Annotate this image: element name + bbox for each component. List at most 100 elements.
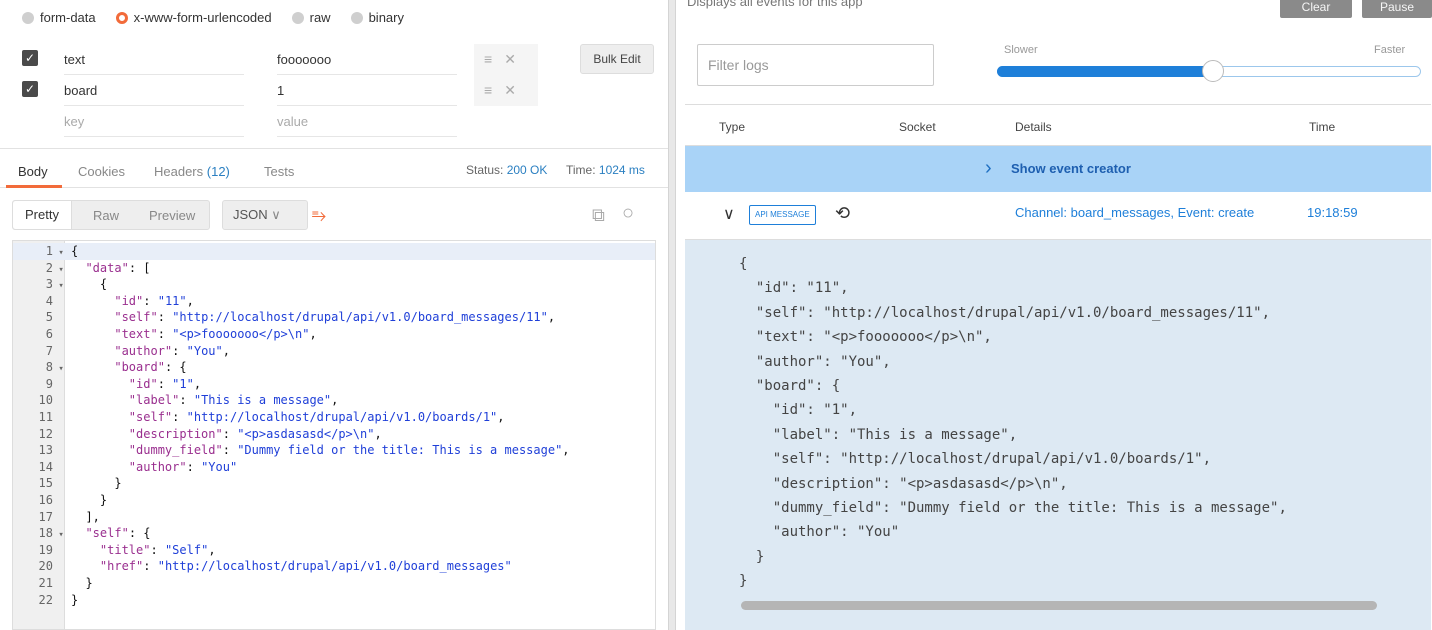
- code-text: "dummy_field": "Dummy field or the title…: [128, 443, 570, 458]
- radio-label: raw: [309, 10, 331, 25]
- payload-line: "board": {: [739, 378, 841, 394]
- code-line: 14 "author": "You": [13, 459, 655, 476]
- delete-icon[interactable]: ✕: [504, 82, 528, 98]
- param-row: ✓ board 1 ≡✕: [14, 75, 664, 106]
- code-line: 11 "self": "http://localhost/drupal/api/…: [13, 409, 655, 426]
- line-number: 19: [38, 542, 53, 557]
- chevron-right-icon: ›: [985, 157, 992, 179]
- code-text: }: [71, 576, 93, 590]
- copy-icon[interactable]: ⧉: [592, 205, 605, 226]
- code-text: "board": {: [114, 360, 187, 375]
- payload-line: "self": "http://localhost/drupal/api/v1.…: [739, 304, 1271, 321]
- payload-line: "self": "http://localhost/drupal/api/v1.…: [739, 451, 1212, 468]
- horizontal-scrollbar[interactable]: [741, 601, 1377, 610]
- format-select[interactable]: JSON ∨: [222, 200, 308, 230]
- code-text: }: [71, 476, 122, 491]
- param-key-input[interactable]: text: [64, 44, 244, 75]
- chevron-down-icon[interactable]: ∨: [723, 204, 735, 224]
- radio-form-data[interactable]: form-data: [22, 10, 96, 25]
- speed-slider-handle[interactable]: [1202, 60, 1224, 82]
- row-actions: ≡✕: [474, 75, 538, 106]
- code-line: 1 ▾{: [13, 243, 655, 260]
- event-row[interactable]: ∨ API MESSAGE ⟲ Channel: board_messages,…: [685, 192, 1431, 240]
- postman-panel: form-data x-www-form-urlencoded raw bina…: [0, 0, 668, 630]
- view-raw[interactable]: Raw: [93, 208, 119, 223]
- pane-divider[interactable]: [668, 0, 676, 630]
- line-number: 4: [45, 293, 53, 308]
- radio-label: form-data: [40, 10, 96, 25]
- code-line: 9 "id": "1",: [13, 376, 655, 393]
- filter-logs-input[interactable]: Filter logs: [697, 44, 934, 86]
- params-table: ✓ text fooooooo ≡✕ ✓ board 1 ≡✕ key valu…: [14, 44, 664, 137]
- code-text: {: [71, 244, 79, 258]
- payload-line: }: [739, 548, 765, 565]
- time-value: 1024 ms: [598, 163, 645, 177]
- search-icon[interactable]: ○: [622, 202, 634, 225]
- radio-raw[interactable]: raw: [291, 10, 331, 25]
- tab-tests[interactable]: Tests: [264, 164, 294, 179]
- line-number: 11: [38, 410, 53, 424]
- drag-handle-icon[interactable]: ≡: [484, 82, 504, 98]
- radio-dot: [350, 11, 363, 24]
- param-checkbox[interactable]: ✓: [22, 50, 38, 66]
- wrap-lines-icon[interactable]: ⥱: [308, 204, 330, 226]
- line-number: 2: [45, 260, 53, 275]
- col-type: Type: [719, 120, 746, 134]
- radio-urlencoded[interactable]: x-www-form-urlencoded: [115, 10, 272, 25]
- headers-count: (12): [206, 164, 230, 179]
- param-key-input[interactable]: board: [64, 75, 244, 106]
- clear-button[interactable]: Clear: [1280, 0, 1352, 18]
- new-value-input[interactable]: value: [277, 106, 457, 137]
- col-time: Time: [1309, 120, 1336, 134]
- payload-line: "label": "This is a message",: [739, 426, 1018, 443]
- line-number: 3: [45, 277, 53, 292]
- tab-headers[interactable]: Headers (12): [154, 164, 230, 179]
- tab-cookies[interactable]: Cookies: [78, 164, 125, 179]
- delete-icon[interactable]: ✕: [504, 51, 528, 67]
- code-text: ],: [71, 509, 100, 524]
- new-key-input[interactable]: key: [64, 106, 244, 137]
- status-label: Status:: [466, 163, 504, 177]
- code-line: 3 ▾ {: [13, 276, 655, 293]
- line-number: 22: [38, 592, 53, 607]
- param-checkbox[interactable]: ✓: [22, 81, 38, 97]
- view-pretty[interactable]: Pretty: [13, 201, 72, 229]
- code-line: 2 ▾ "data": [: [13, 260, 655, 277]
- pause-button[interactable]: Pause: [1362, 0, 1432, 18]
- payload-line: "id": "11",: [739, 280, 849, 297]
- drag-handle-icon[interactable]: ≡: [484, 51, 504, 67]
- code-line: 22}: [13, 592, 655, 609]
- code-text: "self": "http://localhost/drupal/api/v1.…: [128, 410, 505, 424]
- code-text: "self": {: [85, 526, 151, 541]
- payload-line: "id": "1",: [739, 402, 858, 419]
- radio-dot: [115, 11, 128, 24]
- code-text: {: [71, 277, 108, 292]
- show-event-creator-row[interactable]: › Show event creator: [685, 146, 1431, 192]
- payload-line: }: [739, 573, 748, 590]
- radio-dot: [22, 11, 34, 24]
- line-number: 18: [38, 526, 53, 541]
- radio-binary[interactable]: binary: [350, 10, 404, 25]
- faster-label: Faster: [1374, 44, 1406, 56]
- tab-headers-label: Headers: [154, 164, 204, 179]
- bulk-edit-button[interactable]: Bulk Edit: [580, 44, 654, 74]
- code-line: 4 "id": "11",: [13, 293, 655, 310]
- line-number: 16: [38, 493, 53, 507]
- code-text: "description": "<p>asdasasd</p>\n",: [128, 426, 382, 441]
- code-line: 21 }: [13, 575, 655, 592]
- radio-dot: [291, 11, 304, 24]
- param-value-input[interactable]: fooooooo: [277, 44, 457, 75]
- response-code-editor[interactable]: 1 ▾{2 ▾ "data": [3 ▾ {4 "id": "11", 5 "se…: [12, 240, 656, 630]
- code-line: 17 ],: [13, 509, 655, 526]
- view-preview[interactable]: Preview: [149, 208, 195, 223]
- code-text: "text": "<p>fooooooo</p>\n",: [114, 327, 317, 341]
- code-text: "author": "You",: [114, 343, 230, 358]
- param-value-input[interactable]: 1: [277, 75, 457, 106]
- chevron-down-icon: ∨: [271, 207, 281, 222]
- code-line: 10 "label": "This is a message",: [13, 392, 655, 409]
- line-number: 21: [38, 576, 53, 590]
- event-details: Channel: board_messages, Event: create: [1015, 205, 1255, 220]
- event-type-badge: API MESSAGE: [749, 205, 816, 225]
- tab-body[interactable]: Body: [18, 164, 48, 179]
- code-line: 20 "href": "http://localhost/drupal/api/…: [13, 558, 655, 575]
